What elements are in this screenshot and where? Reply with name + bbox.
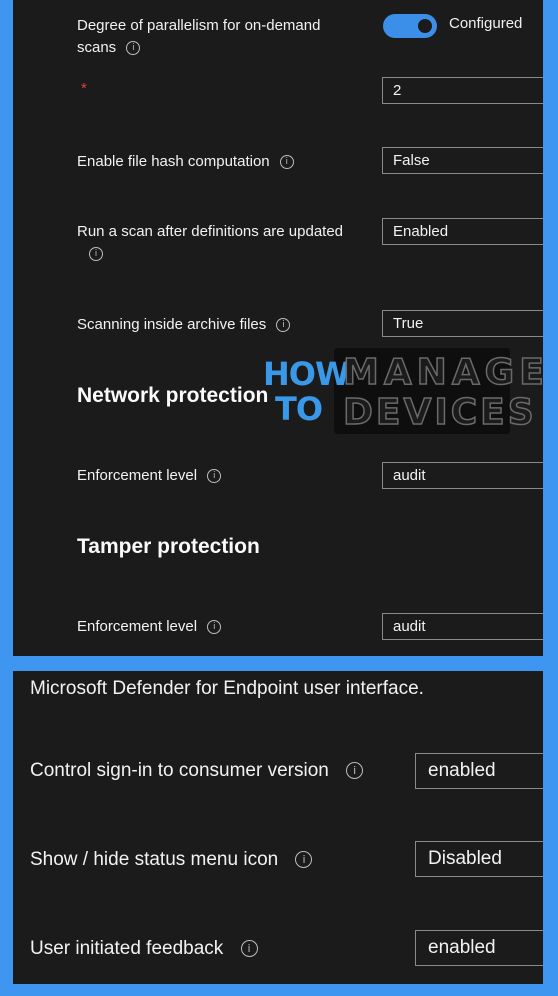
watermark-devices: DEVICES — [342, 391, 537, 434]
info-icon[interactable]: i — [240, 940, 258, 958]
toggle-knob — [418, 19, 432, 33]
configured-toggle[interactable] — [383, 14, 437, 38]
tamper-enforcement-label: Enforcement level i — [77, 616, 222, 638]
info-icon[interactable]: i — [279, 155, 294, 170]
network-enforcement-label-text: Enforcement level — [77, 467, 198, 484]
archive-scan-label-text: Scanning inside archive files — [77, 316, 267, 333]
toggle-label: Configured — [449, 15, 523, 32]
required-asterisk: * — [81, 80, 87, 97]
archive-scan-label: Scanning inside archive files i — [77, 314, 291, 336]
parallelism-value-input[interactable]: 2 — [382, 77, 543, 104]
status-menu-icon-label: Show / hide status menu icon i — [30, 848, 313, 872]
network-enforcement-label: Enforcement level i — [77, 465, 222, 487]
network-protection-title: Network protection — [77, 384, 269, 407]
user-feedback-dropdown[interactable]: enabled — [415, 930, 543, 966]
info-icon[interactable]: i — [89, 247, 103, 262]
parallelism-label-line1: Degree of parallelism for on-demand — [77, 17, 321, 34]
watermark-manage: MANAGE — [342, 351, 549, 394]
bottom-settings-panel: Microsoft Defender for Endpoint user int… — [13, 671, 543, 984]
network-enforcement-dropdown[interactable]: audit — [382, 462, 543, 489]
consumer-signin-label: Control sign-in to consumer version i — [30, 759, 364, 783]
file-hash-label-text: Enable file hash computation — [77, 153, 270, 170]
top-settings-panel: Degree of parallelism for on-demand scan… — [13, 0, 543, 656]
scan-after-update-label-text: Run a scan after definitions are updated — [77, 223, 344, 240]
info-icon[interactable]: i — [207, 469, 222, 484]
scan-after-update-dropdown[interactable]: Enabled — [382, 218, 543, 245]
archive-scan-dropdown[interactable]: True — [382, 310, 543, 337]
tamper-enforcement-label-text: Enforcement level — [77, 618, 198, 635]
parallelism-label: Degree of parallelism for on-demand scan… — [77, 15, 320, 59]
status-menu-icon-label-text: Show / hide status menu icon — [30, 849, 279, 870]
file-hash-dropdown[interactable]: False — [382, 147, 543, 174]
status-menu-icon-dropdown[interactable]: Disabled — [415, 841, 543, 877]
consumer-signin-label-text: Control sign-in to consumer version — [30, 760, 329, 781]
info-icon[interactable]: i — [276, 318, 291, 333]
intro-text: Microsoft Defender for Endpoint user int… — [30, 678, 424, 699]
file-hash-label: Enable file hash computation i — [77, 151, 294, 173]
consumer-signin-dropdown[interactable]: enabled — [415, 753, 543, 789]
watermark-to: TO — [275, 390, 323, 428]
user-feedback-label: User initiated feedback i — [30, 937, 258, 961]
tamper-enforcement-dropdown[interactable]: audit — [382, 613, 543, 640]
info-icon[interactable]: i — [295, 851, 313, 869]
user-feedback-label-text: User initiated feedback — [30, 938, 224, 959]
info-icon[interactable]: i — [207, 620, 222, 635]
tamper-protection-title: Tamper protection — [77, 535, 260, 558]
parallelism-label-line2: scans — [77, 39, 117, 56]
info-icon[interactable]: i — [346, 762, 364, 780]
scan-after-update-label: Run a scan after definitions are updated… — [77, 221, 343, 265]
watermark-how: HOW — [263, 355, 350, 393]
info-icon[interactable]: i — [126, 41, 141, 56]
